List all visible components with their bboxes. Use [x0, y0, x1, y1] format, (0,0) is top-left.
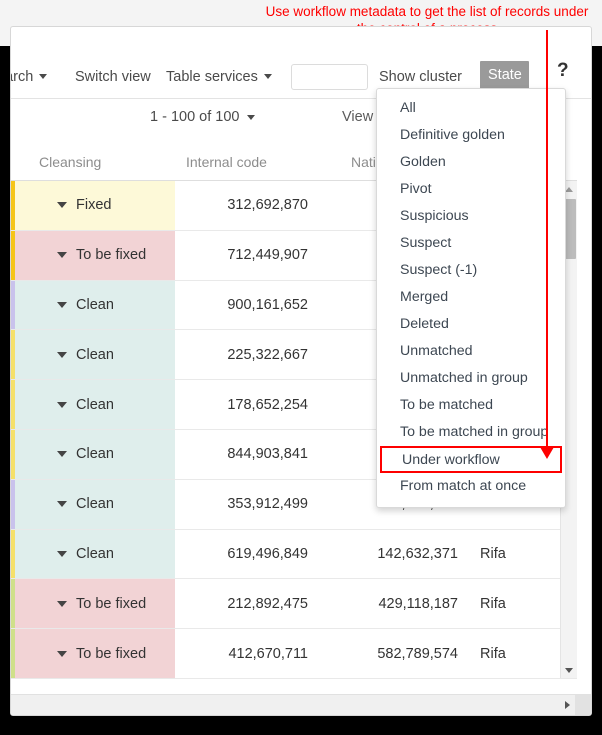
scroll-down-icon[interactable]: [561, 662, 577, 678]
dropdown-item[interactable]: All: [377, 95, 565, 122]
chevron-down-icon: [39, 74, 48, 79]
cell-cleansing[interactable]: Fixed: [15, 181, 175, 230]
cell-cleansing-label: Fixed: [76, 197, 112, 214]
cell-cleansing[interactable]: To be fixed: [15, 629, 175, 678]
horizontal-scrollbar[interactable]: [11, 694, 591, 715]
dropdown-item[interactable]: Unmatched in group: [377, 365, 565, 392]
expand-row-icon[interactable]: [57, 550, 67, 557]
table-row[interactable]: To be fixed 212,892,475 429,118,187 Rifa: [11, 579, 577, 630]
cell-national[interactable]: 142,632,371: [325, 530, 475, 579]
expand-row-icon[interactable]: [57, 401, 67, 408]
screenshot-root: Use workflow metadata to get the list of…: [0, 0, 602, 735]
expand-row-icon[interactable]: [57, 351, 67, 358]
cell-cleansing-label: To be fixed: [76, 247, 147, 264]
cell-internal-code[interactable]: 178,652,254: [175, 380, 325, 429]
cell-cleansing-label: Clean: [76, 296, 114, 313]
cell-internal-code[interactable]: 212,892,475: [175, 579, 325, 628]
show-cluster-button[interactable]: Show cluster: [379, 69, 462, 85]
expand-row-icon[interactable]: [57, 501, 67, 508]
expand-row-icon[interactable]: [57, 202, 67, 209]
view-link[interactable]: View: [342, 109, 373, 125]
dropdown-item[interactable]: To be matched in group: [377, 419, 565, 446]
dropdown-item[interactable]: Definitive golden: [377, 122, 565, 149]
cell-cleansing-label: Clean: [76, 346, 114, 363]
search-menu[interactable]: earch: [11, 68, 48, 85]
cell-cleansing[interactable]: To be fixed: [15, 579, 175, 629]
cell-internal-code[interactable]: 712,449,907: [175, 231, 325, 280]
dropdown-item[interactable]: Under workflow: [380, 446, 562, 473]
expand-row-icon[interactable]: [57, 451, 67, 458]
cell-cleansing[interactable]: Clean: [15, 529, 175, 579]
cell-cleansing-label: Clean: [76, 496, 114, 513]
expand-row-icon[interactable]: [57, 301, 67, 308]
cell-cleansing-label: Clean: [76, 446, 114, 463]
cell-cleansing[interactable]: To be fixed: [15, 230, 175, 280]
cell-cleansing-label: Clean: [76, 545, 114, 562]
state-label: State: [488, 67, 522, 83]
cell-cleansing-label: Clean: [76, 396, 114, 413]
state-dropdown-button[interactable]: State: [480, 61, 529, 89]
expand-row-icon[interactable]: [57, 650, 67, 657]
show-cluster-label: Show cluster: [379, 68, 463, 85]
cell-cleansing[interactable]: Clean: [15, 479, 175, 529]
dropdown-item[interactable]: Suspect (-1): [377, 257, 565, 284]
column-header-internal-code[interactable]: Internal code: [186, 154, 267, 170]
annotation-arrow-line: [546, 30, 548, 455]
chevron-down-icon: [246, 114, 255, 120]
app-window: earch Switch view Table services Show cl…: [10, 26, 592, 716]
cell-cleansing[interactable]: Clean: [15, 330, 175, 380]
cell-internal-code[interactable]: 312,692,870: [175, 181, 325, 230]
dropdown-item[interactable]: Unmatched: [377, 338, 565, 365]
cell-cleansing-label: To be fixed: [76, 595, 147, 612]
cell-national[interactable]: 429,118,187: [325, 579, 475, 628]
cell-cleansing[interactable]: Clean: [15, 429, 175, 479]
table-services-menu[interactable]: Table services: [166, 69, 272, 85]
chevron-down-icon: [263, 74, 272, 79]
dropdown-item[interactable]: Suspicious: [377, 203, 565, 230]
state-dropdown-menu: All Definitive golden Golden Pivot Suspiciou…: [376, 88, 566, 508]
cell-internal-code[interactable]: 353,912,499: [175, 480, 325, 529]
cell-cleansing-label: To be fixed: [76, 645, 147, 662]
scrollbar-corner: [575, 695, 591, 715]
annotation-arrow-head: [540, 447, 554, 459]
cell-internal-code[interactable]: 412,670,711: [175, 629, 325, 678]
switch-view-button[interactable]: Switch view: [75, 69, 151, 85]
table-services-label: Table services: [166, 68, 258, 85]
cell-internal-code[interactable]: 619,496,849: [175, 530, 325, 579]
cell-internal-code[interactable]: 844,903,841: [175, 430, 325, 479]
cell-cleansing[interactable]: Clean: [15, 280, 175, 330]
cell-internal-code[interactable]: 225,322,667: [175, 330, 325, 379]
expand-row-icon[interactable]: [57, 600, 67, 607]
dropdown-item[interactable]: Merged: [377, 284, 565, 311]
pagination-range-label: 1 - 100 of 100: [150, 109, 240, 125]
switch-view-label: Switch view: [75, 68, 151, 85]
dropdown-item[interactable]: Golden: [377, 149, 565, 176]
dropdown-item[interactable]: Suspect: [377, 230, 565, 257]
dropdown-item[interactable]: To be matched: [377, 392, 565, 419]
help-button[interactable]: ?: [557, 60, 569, 82]
pagination-dropdown[interactable]: 1 - 100 of 100: [150, 109, 255, 125]
expand-row-icon[interactable]: [57, 252, 67, 259]
cell-internal-code[interactable]: 900,161,652: [175, 281, 325, 330]
scroll-right-icon[interactable]: [559, 695, 575, 715]
table-row[interactable]: To be fixed 412,670,711 582,789,574 Rifa: [11, 629, 577, 679]
table-row[interactable]: Clean 619,496,849 142,632,371 Rifa: [11, 529, 577, 580]
column-header-cleansing[interactable]: Cleansing: [39, 154, 101, 170]
cell-national[interactable]: 582,789,574: [325, 629, 475, 678]
dropdown-item[interactable]: Pivot: [377, 176, 565, 203]
dropdown-item[interactable]: From match at once: [377, 473, 565, 500]
cell-cleansing[interactable]: Clean: [15, 380, 175, 429]
search-input[interactable]: [291, 64, 368, 90]
search-menu-label: earch: [11, 68, 34, 85]
dropdown-item[interactable]: Deleted: [377, 311, 565, 338]
